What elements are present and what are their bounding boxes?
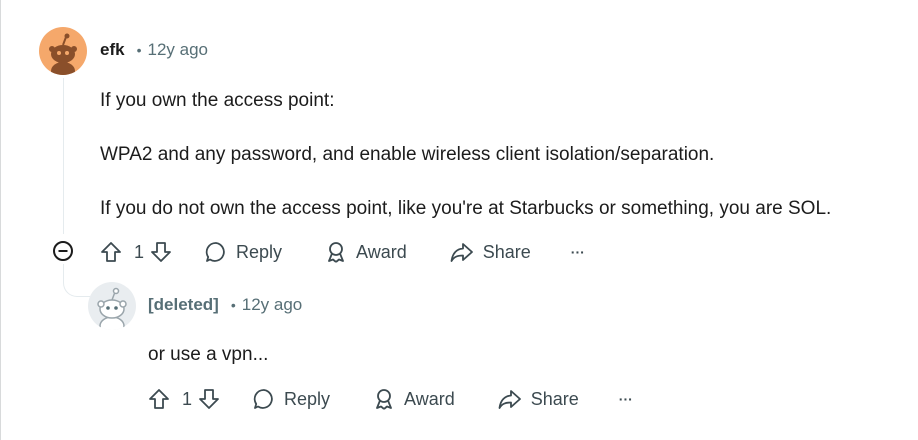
minus-circle-icon (53, 241, 73, 261)
user-avatar[interactable] (39, 27, 87, 75)
meta-separator: • (230, 297, 236, 313)
meta-separator: • (136, 42, 142, 58)
thread-branch-line (63, 264, 90, 297)
comment-paragraph: or use a vpn... (148, 344, 269, 365)
arrow-up-icon (149, 389, 169, 409)
award-button[interactable]: Award (324, 240, 407, 264)
downvote-button[interactable] (198, 388, 220, 410)
downvote-button[interactable] (150, 241, 172, 263)
speech-bubble-icon (253, 389, 273, 409)
comment-meta: efk • 12y ago (100, 40, 208, 60)
speech-bubble-icon (205, 242, 225, 262)
arrow-down-icon (199, 389, 219, 409)
snoo-icon (49, 33, 77, 75)
author-name[interactable]: efk (100, 40, 125, 60)
comment-paragraph: If you own the access point: (100, 90, 335, 111)
more-options-icon: ··· (570, 244, 585, 260)
reply-button[interactable]: Reply (252, 387, 330, 411)
user-avatar (88, 282, 136, 330)
comment-actions: 1 Reply Award Share ··· (100, 240, 585, 264)
share-button[interactable]: Share (449, 240, 531, 264)
comment-actions: 1 Reply Award Share ··· (148, 387, 633, 411)
comment-paragraph: If you do not own the access point, like… (100, 198, 832, 219)
award-ribbon-icon (376, 389, 392, 410)
reply-button[interactable]: Reply (204, 240, 282, 264)
vote-count: 1 (182, 388, 193, 409)
upvote-button[interactable] (148, 388, 170, 410)
window-edge (0, 0, 1, 440)
thread-line[interactable] (63, 78, 64, 234)
comment-meta: [deleted] • 12y ago (148, 295, 302, 315)
arrow-up-icon (101, 242, 121, 262)
vote-count: 1 (134, 241, 145, 262)
more-options-button[interactable]: ··· (571, 244, 585, 260)
more-options-icon: ··· (618, 391, 633, 407)
award-label: Award (404, 388, 455, 409)
share-label: Share (482, 241, 531, 262)
collapse-button[interactable] (52, 240, 74, 262)
upvote-button[interactable] (100, 241, 122, 263)
share-button[interactable]: Share (497, 387, 579, 411)
arrow-down-icon (151, 242, 171, 262)
award-label: Award (356, 241, 407, 262)
reply-label: Reply (284, 388, 331, 409)
timestamp[interactable]: 12y ago (147, 40, 208, 60)
share-label: Share (530, 388, 579, 409)
award-button[interactable]: Award (372, 387, 455, 411)
comment-paragraph: WPA2 and any password, and enable wirele… (100, 144, 715, 165)
timestamp[interactable]: 12y ago (242, 295, 303, 315)
author-name: [deleted] (148, 295, 219, 314)
more-options-button[interactable]: ··· (619, 391, 633, 407)
snoo-deleted-icon (97, 287, 127, 330)
share-arrow-icon (450, 243, 473, 262)
award-ribbon-icon (328, 242, 344, 263)
share-arrow-icon (498, 390, 521, 409)
reply-label: Reply (236, 241, 283, 262)
